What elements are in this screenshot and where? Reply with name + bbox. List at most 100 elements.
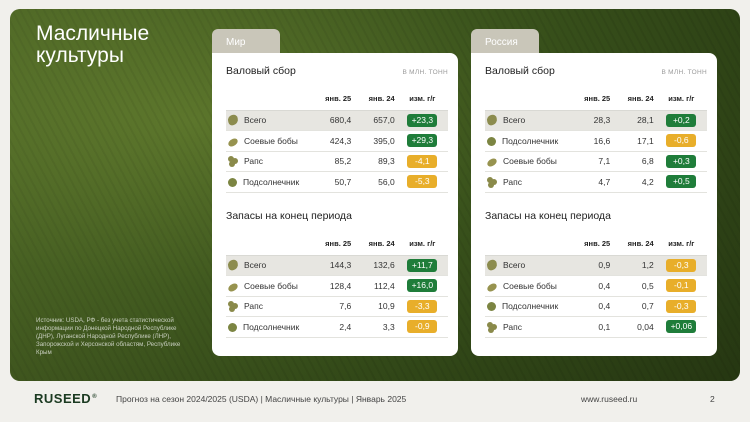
value-cell: 0,4: [568, 296, 613, 317]
crop-name: Соевые бобы: [503, 280, 557, 291]
footer-url-link[interactable]: www.ruseed.ru: [581, 394, 637, 404]
change-cell: -0,9: [396, 316, 448, 338]
ruseed-logo[interactable]: RUSEED®: [34, 391, 97, 406]
table-row: Подсолнечник 0,4 0,7 -0,3: [485, 296, 707, 317]
crop-cell: Подсолнечник: [485, 296, 569, 317]
column-header: янв. 25: [568, 88, 613, 111]
header-blank: [485, 233, 569, 256]
russia-panel: Валовый сбор В МЛН. ТОНН янв. 25 янв. 24 и…: [471, 53, 717, 356]
change-cell: +0,06: [655, 316, 707, 338]
rapeseed-icon: [228, 156, 238, 166]
change-cell: -0,6: [655, 130, 707, 152]
tab-world: Мир: [212, 29, 280, 55]
value-cell: 395,0: [353, 130, 397, 152]
change-cell: -0,1: [655, 275, 707, 297]
value-cell: 0,5: [612, 275, 656, 297]
section-title: Запасы на конец периода: [485, 210, 611, 222]
table-row: Соевые бобы 424,3 395,0 +29,3: [226, 130, 448, 152]
data-table: янв. 25 янв. 24 изм. г/г Всего 144,3 132,6 +11…: [226, 233, 448, 338]
header-blank: [226, 233, 310, 256]
footer: RUSEED® Прогноз на сезон 2024/2025 (USDA…: [0, 381, 750, 422]
column-header: янв. 25: [568, 233, 613, 256]
change-cell: -0,3: [655, 255, 707, 276]
crop-name: Рапс: [503, 321, 522, 332]
table-row: Рапс 4,7 4,2 +0,5: [485, 171, 707, 193]
change-badge: -0,6: [666, 134, 697, 148]
section-title: Запасы на конец периода: [226, 210, 352, 222]
value-cell: 89,3: [353, 151, 397, 172]
column-header: янв. 25: [309, 88, 354, 111]
value-cell: 4,7: [568, 171, 613, 193]
table-header-row: янв. 25 янв. 24 изм. г/г: [226, 233, 448, 256]
section-title: Валовый сбор: [485, 65, 555, 77]
table-row: Соевые бобы 0,4 0,5 -0,1: [485, 275, 707, 297]
table-header-row: янв. 25 янв. 24 изм. г/г: [485, 88, 707, 111]
column-header: янв. 24: [353, 88, 397, 111]
change-badge: +16,0: [407, 279, 438, 293]
crop-name: Рапс: [244, 156, 263, 167]
crop-cell: Рапс: [226, 151, 310, 172]
change-cell: +0,3: [655, 151, 707, 172]
soybean-icon: [486, 157, 498, 168]
value-cell: 7,6: [309, 296, 354, 317]
sunflower-icon: [487, 302, 496, 312]
value-cell: 85,2: [309, 151, 354, 172]
footer-caption: Прогноз на сезон 2024/2025 (USDA) | Масл…: [116, 394, 407, 404]
change-cell: -3,3: [396, 296, 448, 317]
table-row: Подсолнечник 2,4 3,3 -0,9: [226, 316, 448, 338]
value-cell: 17,1: [612, 130, 656, 152]
change-badge: +11,7: [407, 258, 438, 272]
crop-name: Всего: [244, 115, 267, 126]
soybean-icon: [227, 282, 239, 293]
value-cell: 0,04: [612, 316, 656, 338]
data-table: янв. 25 янв. 24 изм. г/г Всего 0,9 1,2 -0,3 Сое…: [485, 233, 707, 338]
crop-cell: Подсолнечник: [485, 130, 569, 152]
column-header: изм. г/г: [396, 233, 448, 256]
table-row: Подсолнечник 16,6 17,1 -0,6: [485, 130, 707, 152]
crop-name: Всего: [244, 260, 267, 271]
change-badge: -0,3: [666, 299, 697, 313]
column-header: изм. г/г: [396, 88, 448, 111]
table-row: Всего 28,3 28,1 +0,2: [485, 110, 707, 131]
table-row: Соевые бобы 7,1 6,8 +0,3: [485, 151, 707, 172]
column-header: янв. 24: [353, 233, 397, 256]
world-stocks-section: Запасы на конец периода янв. 25 янв. 24 из…: [226, 210, 448, 338]
change-cell: +11,7: [396, 255, 448, 276]
russia-stocks-section: Запасы на конец периода янв. 25 янв. 24 из…: [485, 210, 707, 338]
value-cell: 4,2: [612, 171, 656, 193]
crop-cell: Рапс: [226, 296, 310, 317]
header-blank: [485, 88, 569, 111]
column-header: изм. г/г: [655, 233, 707, 256]
change-badge: -3,3: [407, 299, 438, 313]
value-cell: 0,1: [568, 316, 613, 338]
crop-name: Соевые бобы: [244, 280, 298, 291]
crop-name: Рапс: [244, 301, 263, 312]
page-number: 2: [710, 394, 715, 404]
total-blob-icon: [226, 259, 240, 272]
value-cell: 3,3: [353, 316, 397, 338]
section-title: Валовый сбор: [226, 65, 296, 77]
crop-cell: Соевые бобы: [485, 151, 569, 172]
value-cell: 144,3: [309, 255, 354, 276]
change-badge: -0,3: [666, 258, 697, 272]
value-cell: 50,7: [309, 171, 354, 193]
total-blob-icon: [226, 114, 240, 127]
change-badge: +0,5: [666, 175, 697, 189]
crop-name: Соевые бобы: [503, 156, 557, 167]
change-badge: -0,9: [407, 320, 438, 334]
sunflower-icon: [228, 177, 237, 187]
value-cell: 424,3: [309, 130, 354, 152]
table-row: Всего 144,3 132,6 +11,7: [226, 255, 448, 276]
value-cell: 7,1: [568, 151, 613, 172]
table-row: Рапс 7,6 10,9 -3,3: [226, 296, 448, 317]
crop-cell: Всего: [485, 255, 569, 276]
change-badge: +23,3: [407, 113, 438, 127]
tab-russia: Россия: [471, 29, 539, 55]
value-cell: 128,4: [309, 275, 354, 297]
value-cell: 112,4: [353, 275, 397, 297]
change-cell: +0,2: [655, 110, 707, 131]
unit-label: В МЛН. ТОНН: [402, 69, 448, 76]
crop-name: Подсолнечник: [502, 135, 559, 146]
value-cell: 6,8: [612, 151, 656, 172]
table-header-row: янв. 25 янв. 24 изм. г/г: [485, 233, 707, 256]
